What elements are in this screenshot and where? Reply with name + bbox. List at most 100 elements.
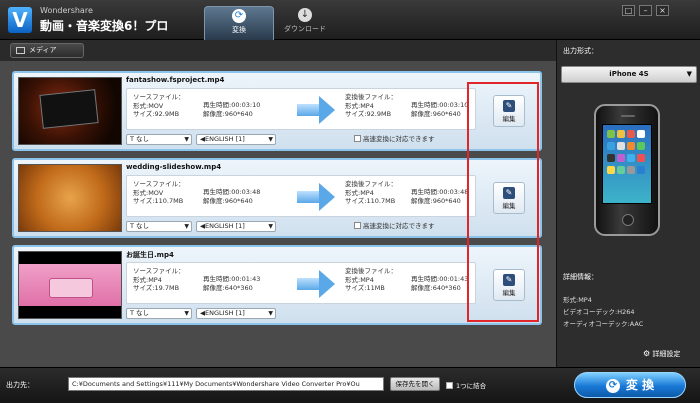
film-icon (16, 47, 25, 54)
output-format-panel: 出力形式： iPhone 4S ▼ 詳細情報： 形式:MP4 ビデオコーデック:… (556, 40, 700, 367)
subtitle-value: なし (136, 222, 150, 230)
toolbar: メディア (0, 40, 556, 61)
device-image (594, 104, 660, 236)
chevron-down-icon: ▼ (268, 136, 273, 143)
clapperboard-graphic (39, 89, 99, 129)
target-info: 変換後ファイル： 形式:MP4 サイズ:92.9MB (345, 93, 397, 119)
speaker-grille (621, 115, 635, 117)
highspeed-note: 高速変換に対応できます (354, 133, 435, 143)
file-info: ソースファイル： 形式:MOV サイズ:92.9MB 再生時間:00:03:10… (126, 88, 476, 130)
app-logo: V (8, 7, 32, 33)
target-media-info: 再生時間:00:03:10 解像度:960*640 (411, 101, 468, 118)
target-resolution: 解像度:640*360 (411, 283, 461, 292)
bottom-bar: 出力先： C:¥Documents and Settings¥111¥My Do… (0, 367, 700, 403)
source-heading: ソースファイル： (133, 93, 185, 101)
highlight-box (467, 82, 539, 322)
target-duration: 再生時間:00:01:43 (411, 275, 469, 283)
audio-track-value: ENGLISH [1] (205, 135, 245, 143)
subtitle-select[interactable]: T なし ▼ (126, 134, 192, 145)
highspeed-text: 高速変換に対応できます (363, 135, 435, 143)
file-name: お誕生日.mp4 (126, 251, 174, 259)
merge-option[interactable]: 1つに結合 (446, 380, 486, 390)
source-info: ソースファイル： 形式:MOV サイズ:92.9MB (133, 93, 185, 119)
source-duration: 再生時間:00:03:10 (203, 101, 261, 109)
target-size: サイズ:110.7MB (345, 197, 396, 205)
video-thumbnail[interactable] (18, 251, 122, 319)
add-media-button[interactable]: メディア (10, 43, 84, 58)
convert-button[interactable]: ⟳ 変 換 (574, 372, 686, 398)
download-icon: ↓ (298, 8, 312, 22)
convert-arrow-head (319, 183, 335, 211)
audio-track-select[interactable]: ◀ENGLISH [1] ▼ (196, 308, 276, 319)
source-duration: 再生時間:00:03:48 (203, 188, 261, 196)
subtitle-value: なし (136, 135, 150, 143)
highspeed-text: 高速変換に対応できます (363, 222, 435, 230)
source-media-info: 再生時間:00:03:48 解像度:960*640 (203, 188, 260, 205)
merge-checkbox[interactable] (446, 382, 453, 389)
source-info: ソースファイル： 形式:MP4 サイズ:19.7MB (133, 267, 185, 293)
chevron-down-icon: ▼ (686, 70, 692, 78)
file-item[interactable]: お誕生日.mp4 ソースファイル： 形式:MP4 サイズ:19.7MB 再生時間… (12, 245, 542, 325)
refresh-icon: ⟳ (605, 379, 620, 393)
open-folder-button[interactable]: 保存先を開く (390, 377, 440, 391)
source-info: ソースファイル： 形式:MOV サイズ:110.7MB (133, 180, 185, 206)
target-heading: 変換後ファイル： (345, 93, 397, 101)
source-size: サイズ:92.9MB (133, 110, 180, 118)
close-button[interactable]: × (656, 5, 669, 16)
detail-format: 形式:MP4 (563, 296, 592, 304)
subtitle-select[interactable]: T なし ▼ (126, 308, 192, 319)
home-button-graphic (622, 214, 634, 226)
target-heading: 変換後ファイル： (345, 267, 397, 275)
add-media-label: メディア (29, 46, 57, 54)
target-media-info: 再生時間:00:01:43 解像度:640*360 (411, 275, 468, 292)
file-info: ソースファイル： 形式:MP4 サイズ:19.7MB 再生時間:00:01:43… (126, 262, 476, 304)
file-item[interactable]: fantashow.fsproject.mp4 ソースファイル： 形式:MOV … (12, 71, 542, 151)
audio-track-value: ENGLISH [1] (205, 222, 245, 230)
source-format: 形式:MOV (133, 188, 164, 197)
output-format-value: iPhone 4S (609, 70, 649, 78)
chevron-down-icon: ▼ (184, 223, 189, 230)
audio-track-select[interactable]: ◀ENGLISH [1] ▼ (196, 134, 276, 145)
source-media-info: 再生時間:00:01:43 解像度:640*360 (203, 275, 260, 292)
audio-track-select[interactable]: ◀ENGLISH [1] ▼ (196, 221, 276, 232)
chevron-down-icon: ▼ (268, 310, 273, 317)
detail-audio-codec: オーディオコーデック:AAC (563, 320, 644, 328)
convert-arrow-head (319, 270, 335, 298)
output-path-field[interactable]: C:¥Documents and Settings¥111¥My Documen… (68, 377, 384, 391)
chevron-down-icon: ▼ (268, 223, 273, 230)
file-item[interactable]: wedding-slideshow.mp4 ソースファイル： 形式:MOV サイ… (12, 158, 542, 238)
target-media-info: 再生時間:00:03:48 解像度:960*640 (411, 188, 468, 205)
output-format-select[interactable]: iPhone 4S ▼ (561, 66, 697, 83)
source-resolution: 解像度:960*640 (203, 196, 253, 205)
restore-button[interactable]: □ (622, 5, 635, 16)
file-name: wedding-slideshow.mp4 (126, 163, 222, 171)
target-resolution: 解像度:960*640 (411, 109, 461, 118)
target-resolution: 解像度:960*640 (411, 196, 461, 205)
target-format: 形式:MP4 (345, 101, 374, 110)
tab-download[interactable]: ↓ ダウンロード (270, 6, 340, 40)
detail-settings-link[interactable]: ⚙ 詳細設定 (643, 349, 680, 359)
output-folder-label: 出力先： (6, 381, 34, 389)
target-format: 形式:MP4 (345, 275, 374, 284)
source-resolution: 解像度:640*360 (203, 283, 253, 292)
title-bar: V Wondershare 動画・音楽変換6！プロ ⟳ 変換 ↓ ダウンロード … (0, 0, 700, 40)
target-format: 形式:MP4 (345, 188, 374, 197)
highspeed-note: 高速変換に対応できます (354, 220, 435, 230)
tab-convert[interactable]: ⟳ 変換 (204, 6, 274, 40)
minimize-button[interactable]: – (639, 5, 652, 16)
convert-arrow (297, 278, 319, 290)
source-format: 形式:MP4 (133, 275, 162, 284)
convert-arrow (297, 191, 319, 203)
refresh-icon: ⟳ (232, 9, 246, 23)
subtitle-select[interactable]: T なし ▼ (126, 221, 192, 232)
target-size: サイズ:92.9MB (345, 110, 392, 118)
video-thumbnail[interactable] (18, 77, 122, 145)
output-format-title: 出力形式： (563, 47, 598, 55)
video-thumbnail[interactable] (18, 164, 122, 232)
target-info: 変換後ファイル： 形式:MP4 サイズ:11MB (345, 267, 397, 293)
target-size: サイズ:11MB (345, 284, 385, 292)
detail-video-codec: ビデオコーデック:H264 (563, 308, 635, 316)
source-size: サイズ:19.7MB (133, 284, 180, 292)
convert-label: 変 換 (625, 378, 655, 392)
detail-info-title: 詳細情報： (563, 273, 598, 281)
